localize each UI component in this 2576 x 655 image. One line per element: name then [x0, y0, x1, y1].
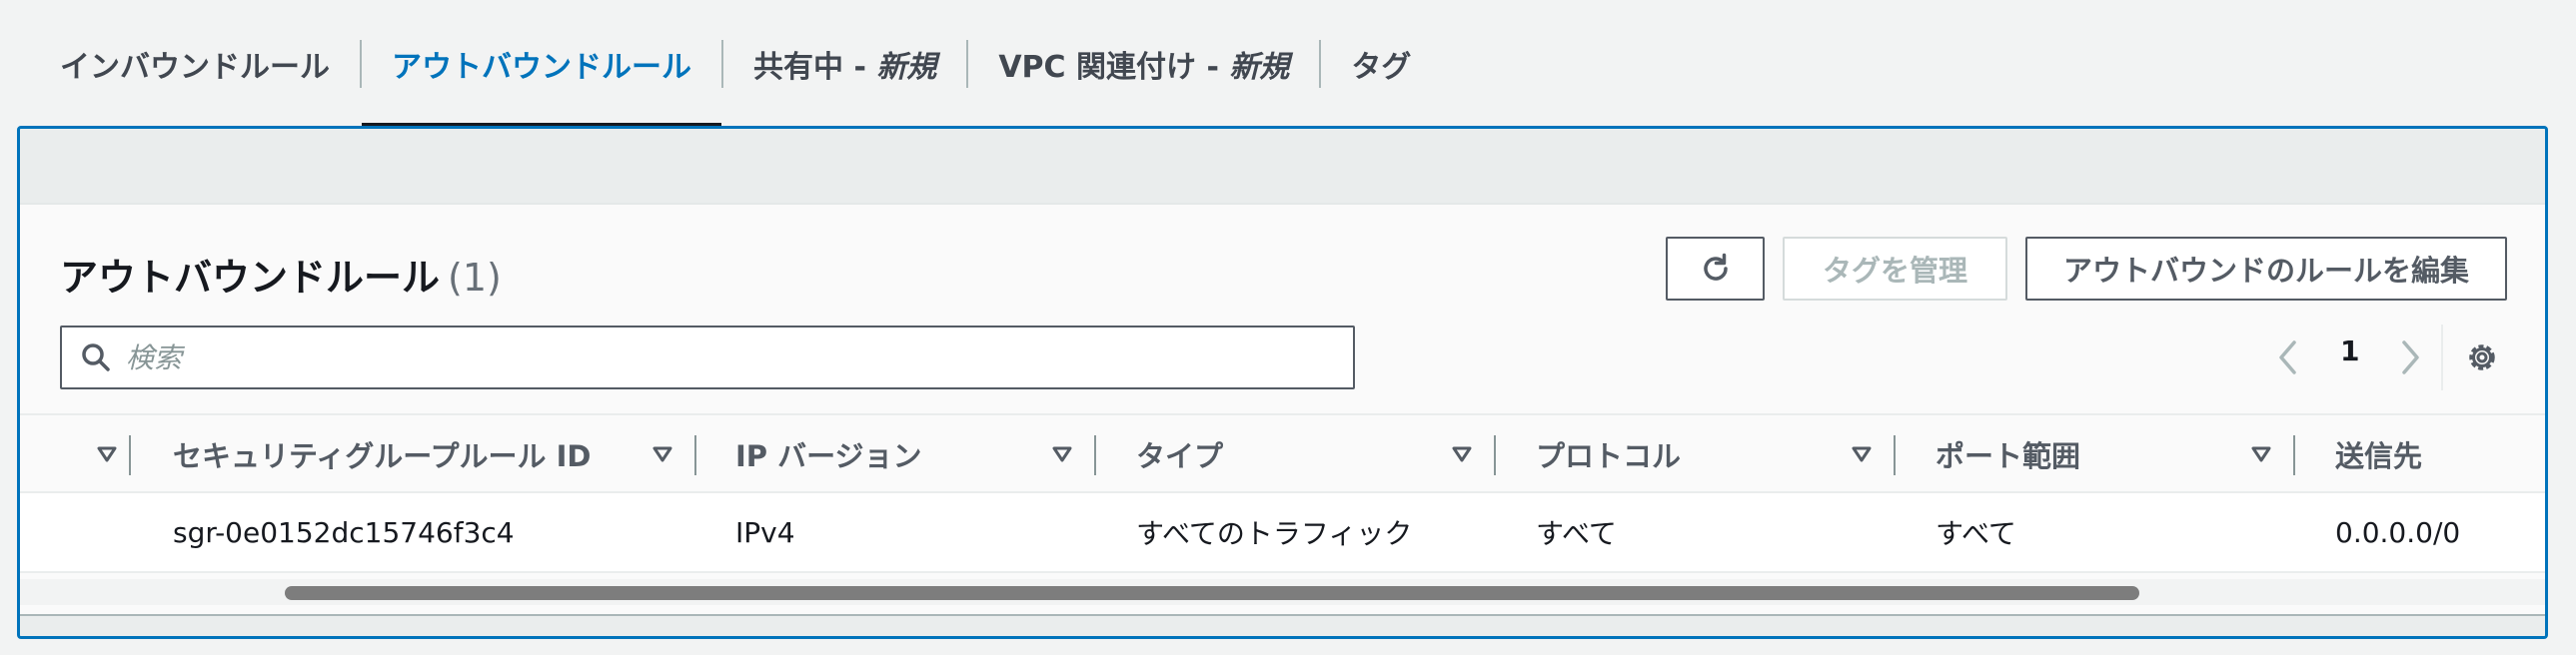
gear-icon[interactable]: [2463, 338, 2501, 376]
tab-outbound-rules[interactable]: アウトバウンドルール: [362, 0, 721, 128]
tab-sharing[interactable]: 共有中 - 新規: [723, 0, 966, 128]
sort-icon[interactable]: [1851, 443, 1873, 465]
search-input[interactable]: [126, 340, 1305, 374]
edit-outbound-rules-button[interactable]: アウトバウンドのルールを編集: [2025, 237, 2507, 301]
column-header-ip-version[interactable]: IP バージョン: [735, 415, 922, 493]
tab-new-badge: 新規: [1229, 50, 1290, 85]
search-field: [60, 326, 1355, 389]
tab-bar: インバウンドルール アウトバウンドルール 共有中 - 新規 VPC 関連付け -…: [30, 0, 1441, 128]
tab-vpc-associations[interactable]: VPC 関連付け - 新規: [968, 0, 1319, 128]
outbound-rules-table: セキュリティグループルール ID IP バージョン タイプ プロトコル ポート範…: [20, 413, 2545, 573]
content-header-strip: [20, 129, 2545, 205]
tab-inbound-rules[interactable]: インバウンドルール: [30, 0, 360, 128]
column-divider[interactable]: [129, 435, 131, 475]
tab-new-badge: 新規: [876, 50, 937, 85]
outbound-rules-panel: アウトバウンドルール(1) タグを管理 アウトバウンドのルールを編集 1: [20, 205, 2545, 614]
sort-icon[interactable]: [651, 443, 673, 465]
sort-icon[interactable]: [96, 443, 118, 465]
refresh-button[interactable]: [1666, 237, 1765, 301]
cell-ip-version: IPv4: [735, 515, 795, 549]
column-divider[interactable]: [2293, 435, 2295, 475]
tab-label: VPC 関連付け -: [998, 50, 1230, 85]
sort-icon[interactable]: [2250, 443, 2272, 465]
column-header-protocol[interactable]: プロトコル: [1536, 415, 1681, 493]
column-divider[interactable]: [694, 435, 696, 475]
column-divider[interactable]: [1894, 435, 1896, 475]
sort-icon[interactable]: [1451, 443, 1473, 465]
column-header-port-range[interactable]: ポート範囲: [1935, 415, 2080, 493]
tab-tags[interactable]: タグ: [1321, 0, 1441, 128]
cell-destination: 0.0.0.0/0: [2335, 515, 2461, 549]
column-divider[interactable]: [1094, 435, 1096, 475]
column-divider[interactable]: [1494, 435, 1496, 475]
manage-tags-button[interactable]: タグを管理: [1783, 237, 2007, 301]
content-footer-strip: [20, 614, 2545, 636]
table-header-row: セキュリティグループルール ID IP バージョン タイプ プロトコル ポート範…: [20, 413, 2545, 493]
panel-title: アウトバウンドルール (1): [60, 247, 502, 302]
column-header-destination[interactable]: 送信先: [2335, 415, 2422, 493]
scrollbar-thumb[interactable]: [285, 586, 2139, 600]
current-page[interactable]: 1: [2340, 334, 2359, 367]
chevron-right-icon[interactable]: [2398, 338, 2422, 376]
cell-protocol: すべて: [1536, 517, 1617, 550]
chevron-left-icon[interactable]: [2276, 338, 2300, 376]
pagination-divider: [2441, 325, 2443, 390]
column-header-rule-id[interactable]: セキュリティグループルール ID: [173, 415, 591, 493]
tab-label: インバウンドルール: [60, 50, 330, 85]
tab-content-container: アウトバウンドルール(1) タグを管理 アウトバウンドのルールを編集 1: [17, 126, 2548, 639]
rule-count: (1): [448, 256, 502, 300]
sort-icon[interactable]: [1051, 443, 1073, 465]
search-icon: [82, 343, 110, 371]
tab-label: アウトバウンドルール: [392, 50, 691, 85]
tab-label: タグ: [1351, 50, 1412, 85]
column-header-type[interactable]: タイプ: [1136, 415, 1223, 493]
cell-port-range: すべて: [1935, 517, 2016, 550]
tab-label: 共有中 -: [753, 50, 877, 85]
refresh-icon: [1703, 253, 1728, 281]
table-row[interactable]: sgr-0e0152dc15746f3c4 IPv4 すべてのトラフィック すべ…: [20, 493, 2545, 573]
cell-type: すべてのトラフィック: [1136, 517, 1413, 550]
horizontal-scrollbar[interactable]: [20, 579, 2545, 605]
panel-title-text: アウトバウンドルール: [60, 256, 441, 300]
cell-rule-id: sgr-0e0152dc15746f3c4: [173, 515, 515, 549]
